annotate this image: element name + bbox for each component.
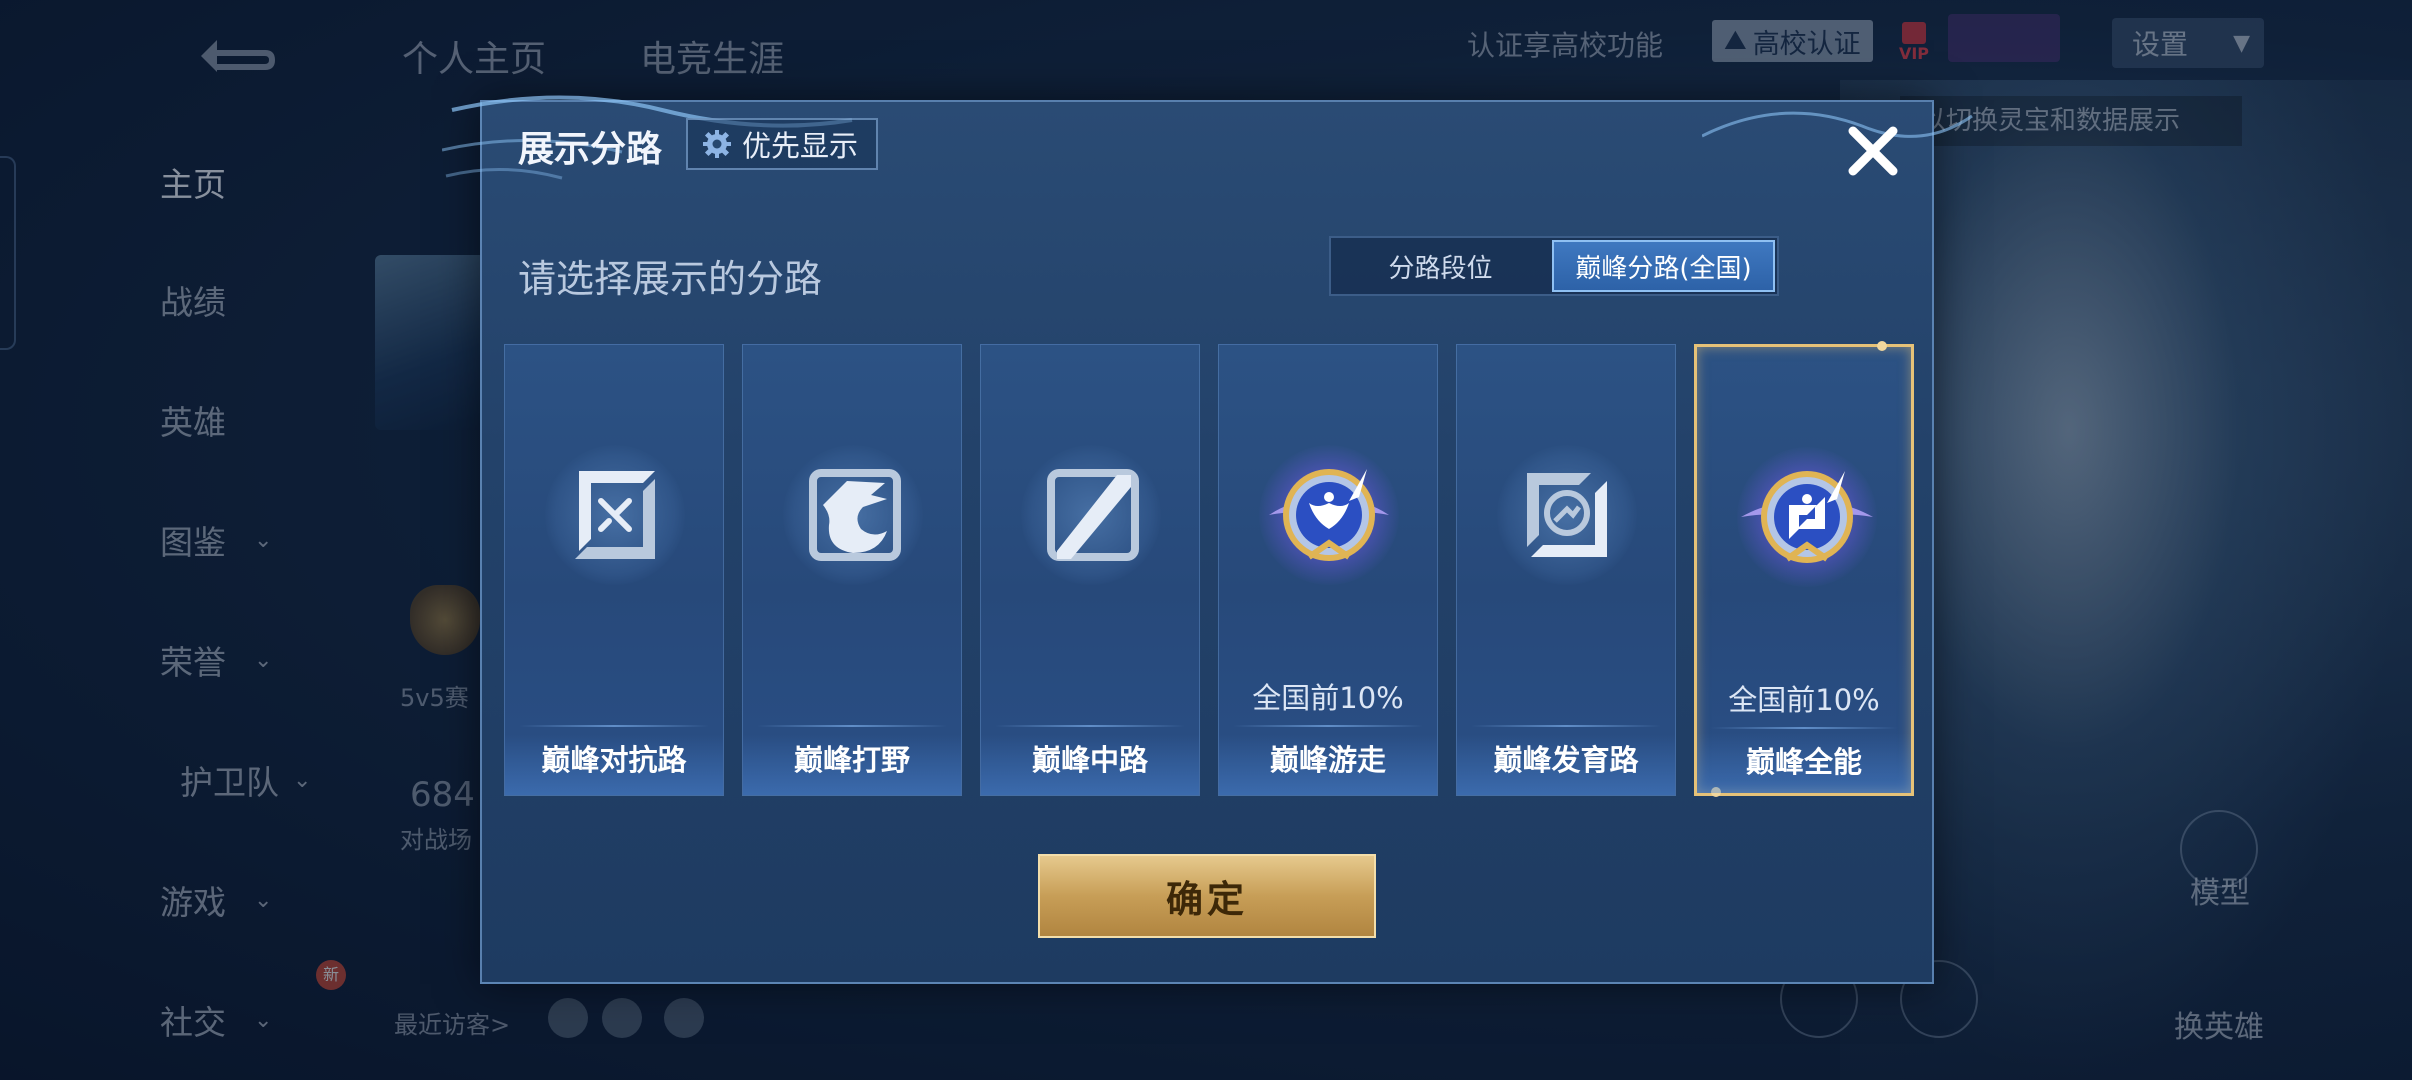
dragon-icon <box>809 469 901 561</box>
tab-lane-rank[interactable]: 分路段位 <box>1331 238 1550 294</box>
lane-card-label: 巅峰游走 <box>1269 743 1386 777</box>
lane-card-label: 巅峰全能 <box>1745 745 1862 779</box>
card-divider <box>519 725 709 727</box>
lane-icon-container <box>1259 445 1399 585</box>
wings-emblem-icon <box>1269 469 1389 561</box>
lane-card-label: 巅峰对抗路 <box>541 743 687 777</box>
gear-icon <box>703 130 731 158</box>
lane-icon-container <box>1021 445 1161 585</box>
sword-icon <box>575 471 655 559</box>
selection-corner-dot <box>1877 341 1887 351</box>
lane-card-list: 巅峰对抗路 巅峰打野 巅峰中路 全国前10% 巅峰游走 巅峰发育路 全国前10%… <box>504 341 1914 797</box>
lane-card-allround[interactable]: 全国前10% 巅峰全能 <box>1694 341 1914 797</box>
card-divider <box>995 725 1185 727</box>
lane-card-adc[interactable]: 巅峰发育路 <box>1456 344 1676 796</box>
lane-rank-text: 全国前10% <box>1728 683 1880 717</box>
card-divider <box>757 725 947 727</box>
dialog-subtitle: 请选择展示的分路 <box>518 257 823 301</box>
lane-card-support[interactable]: 全国前10% 巅峰游走 <box>1218 344 1438 796</box>
card-divider <box>1711 727 1897 729</box>
lane-icon-container <box>1737 447 1877 587</box>
card-divider <box>1233 725 1423 727</box>
dialog-title: 展示分路 <box>518 129 663 170</box>
lane-card-top[interactable]: 巅峰对抗路 <box>504 344 724 796</box>
close-icon <box>1848 126 1898 176</box>
allround-emblem-icon <box>1741 471 1873 563</box>
target-icon <box>1527 473 1607 557</box>
lane-icon-container <box>1497 445 1637 585</box>
lane-rank-text: 全国前10% <box>1252 681 1404 715</box>
lane-icon-container <box>545 445 685 585</box>
close-button[interactable] <box>1838 116 1908 186</box>
confirm-button[interactable]: 确定 <box>1038 854 1376 938</box>
lane-icon-container <box>783 445 923 585</box>
lane-card-label: 巅峰打野 <box>793 743 910 777</box>
priority-display-label: 优先显示 <box>742 129 859 163</box>
lane-card-mid[interactable]: 巅峰中路 <box>980 344 1200 796</box>
slash-icon <box>1047 469 1139 561</box>
priority-display-button[interactable]: 优先显示 <box>686 118 879 170</box>
lane-card-label: 巅峰中路 <box>1031 743 1148 777</box>
lane-card-jungle[interactable]: 巅峰打野 <box>742 344 962 796</box>
lane-mode-tabs: 分路段位 巅峰分路(全国) <box>1329 236 1779 296</box>
card-divider <box>1471 725 1661 727</box>
tab-peak-lane-national[interactable]: 巅峰分路(全国) <box>1552 240 1775 292</box>
lane-display-dialog: 展示分路 优先显示 请选择展示的分路 分路段位 巅峰分路(全国) 巅峰对抗路 巅… <box>442 95 1973 984</box>
lane-card-label: 巅峰发育路 <box>1493 743 1639 777</box>
